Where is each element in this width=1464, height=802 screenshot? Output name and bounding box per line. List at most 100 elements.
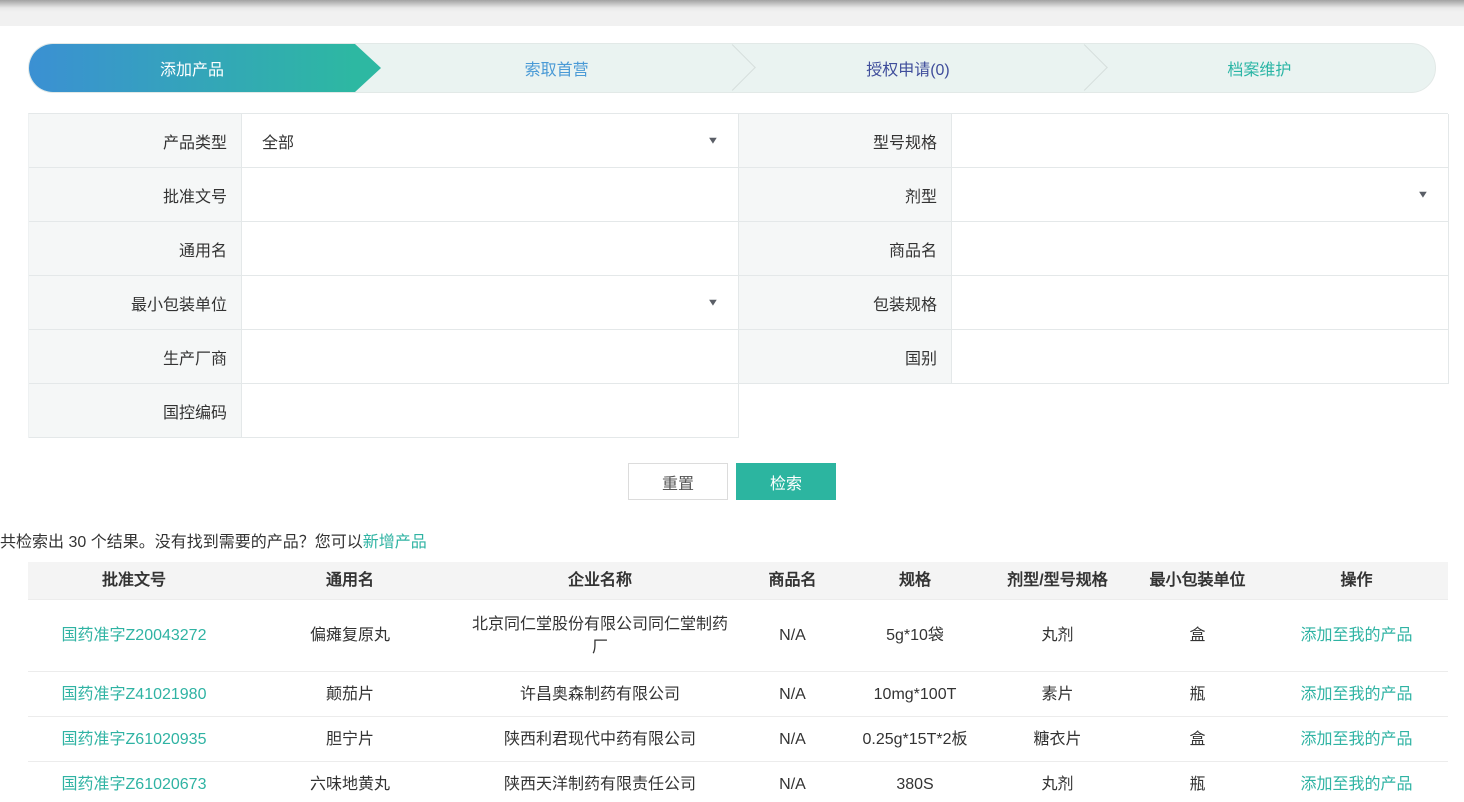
trade-name-cell: N/A [740,683,845,706]
trade-name-input[interactable] [952,222,1448,275]
manufacturer-cell [241,330,739,384]
tab-archive-maintenance-label: 档案维护 [1227,56,1291,80]
table-row: 国药准字Z61020673 六味地黄丸 陕西天洋制药有限责任公司 N/A 380… [28,762,1448,802]
package-spec-input[interactable] [952,276,1448,329]
add-to-my-products-link[interactable]: 添加至我的产品 [1300,686,1412,703]
add-new-product-link[interactable]: 新增产品 [363,534,427,551]
trade-name-label: 商品名 [739,222,951,276]
dosage-cell: 丸剂 [985,624,1130,647]
table-row: 国药准字Z20043272 偏瘫复原丸 北京同仁堂股份有限公司同仁堂制药厂 N/… [28,600,1448,672]
tab-archive-maintenance[interactable]: 档案维护 [1084,44,1435,92]
package-spec-label: 包装规格 [739,276,951,330]
approval-no-link[interactable]: 国药准字Z61020673 [62,776,207,793]
product-type-label: 产品类型 [29,114,241,168]
table-row: 国药准字Z41021980 颠茄片 许昌奥森制药有限公司 N/A 10mg*10… [28,672,1448,717]
form-empty-cell [739,384,951,438]
country-label: 国别 [739,330,951,384]
dosage-cell: 糖衣片 [985,728,1130,751]
generic-name-input[interactable] [242,222,738,275]
product-type-select[interactable]: 全部 ▼ [241,114,739,168]
col-spec: 规格 [845,569,985,592]
active-step-arrow-icon [355,44,381,92]
add-to-my-products-link[interactable]: 添加至我的产品 [1300,627,1412,644]
form-actions: 重置 检索 [0,463,1464,500]
dosage-cell: 素片 [985,683,1130,706]
form-empty-cell [951,384,1449,438]
company-cell: 陕西天洋制药有限责任公司 [460,773,740,796]
chevron-down-icon: ▼ [707,297,720,308]
col-generic-name: 通用名 [240,569,460,592]
country-input[interactable] [952,330,1448,383]
company-cell: 北京同仁堂股份有限公司同仁堂制药厂 [460,613,740,659]
model-spec-label: 型号规格 [739,114,951,168]
spec-cell: 380S [845,773,985,796]
national-code-cell [241,384,739,438]
top-shadow-bar [0,0,1464,26]
tab-authorization-request-label: 授权申请(0) [866,56,950,80]
spec-cell: 10mg*100T [845,683,985,706]
package-spec-cell [951,276,1449,330]
model-spec-input[interactable] [952,114,1448,167]
table-header-row: 批准文号 通用名 企业名称 商品名 规格 剂型/型号规格 最小包装单位 操作 [28,562,1448,600]
col-trade-name: 商品名 [740,569,845,592]
national-code-label: 国控编码 [29,384,241,438]
result-summary-text: 共检索出 30 个结果。没有找到需要的产品？您可以 [0,534,363,551]
dosage-form-select[interactable]: ▼ [951,168,1449,222]
approval-no-link[interactable]: 国药准字Z20043272 [62,627,207,644]
add-to-my-products-link[interactable]: 添加至我的产品 [1300,731,1412,748]
company-cell: 陕西利君现代中药有限公司 [460,728,740,751]
spec-cell: 5g*10袋 [845,624,985,647]
approval-no-link[interactable]: 国药准字Z41021980 [62,686,207,703]
search-form: 产品类型 全部 ▼ 型号规格 批准文号 剂型 ▼ 通用名 商品名 最小包装单位 … [28,113,1448,438]
company-cell: 许昌奥森制药有限公司 [460,683,740,706]
dosage-form-label: 剂型 [739,168,951,222]
col-company: 企业名称 [460,569,740,592]
table-row: 国药准字Z61020935 胆宁片 陕西利君现代中药有限公司 N/A 0.25g… [28,717,1448,762]
stepper: 添加产品 索取首营 授权申请(0) 档案维护 [28,43,1436,93]
trade-name-cell: N/A [740,624,845,647]
generic-name-label: 通用名 [29,222,241,276]
results-table: 批准文号 通用名 企业名称 商品名 规格 剂型/型号规格 最小包装单位 操作 国… [28,562,1448,802]
manufacturer-input[interactable] [242,330,738,383]
approval-no-label: 批准文号 [29,168,241,222]
generic-name-cell: 六味地黄丸 [240,773,460,796]
col-action: 操作 [1265,569,1448,592]
trade-name-cell [951,222,1449,276]
unit-cell: 盒 [1130,728,1265,751]
generic-name-cell: 偏瘫复原丸 [240,624,460,647]
unit-cell: 瓶 [1130,683,1265,706]
generic-name-cell: 胆宁片 [240,728,460,751]
approval-no-cell [241,168,739,222]
add-to-my-products-link[interactable]: 添加至我的产品 [1300,776,1412,793]
approval-no-link[interactable]: 国药准字Z61020935 [62,731,207,748]
national-code-input[interactable] [242,384,738,437]
search-button[interactable]: 检索 [736,463,836,500]
chevron-down-icon: ▼ [1417,189,1430,200]
reset-button[interactable]: 重置 [628,463,728,500]
tab-add-product[interactable]: 添加产品 [29,44,355,92]
chevron-down-icon: ▼ [707,135,720,146]
dosage-cell: 丸剂 [985,773,1130,796]
product-type-value: 全部 [242,129,294,153]
trade-name-cell: N/A [740,728,845,751]
spec-cell: 0.25g*15T*2板 [845,728,985,751]
col-unit: 最小包装单位 [1130,569,1265,592]
tab-authorization-request[interactable]: 授权申请(0) [732,44,1083,92]
manufacturer-label: 生产厂商 [29,330,241,384]
col-approval-no: 批准文号 [28,569,240,592]
trade-name-cell: N/A [740,773,845,796]
col-dosage: 剂型/型号规格 [985,569,1130,592]
unit-cell: 盒 [1130,624,1265,647]
min-package-unit-label: 最小包装单位 [29,276,241,330]
min-package-unit-select[interactable]: ▼ [241,276,739,330]
generic-name-cell: 颠茄片 [240,683,460,706]
generic-name-cell [241,222,739,276]
tab-request-first-sale-label: 索取首营 [525,56,589,80]
result-summary: 共检索出 30 个结果。没有找到需要的产品？您可以新增产品 [0,528,1464,552]
unit-cell: 瓶 [1130,773,1265,796]
model-spec-cell [951,114,1449,168]
approval-no-input[interactable] [242,168,738,221]
country-cell [951,330,1449,384]
tab-request-first-sale[interactable]: 索取首营 [381,44,732,92]
tab-add-product-label: 添加产品 [160,56,224,80]
